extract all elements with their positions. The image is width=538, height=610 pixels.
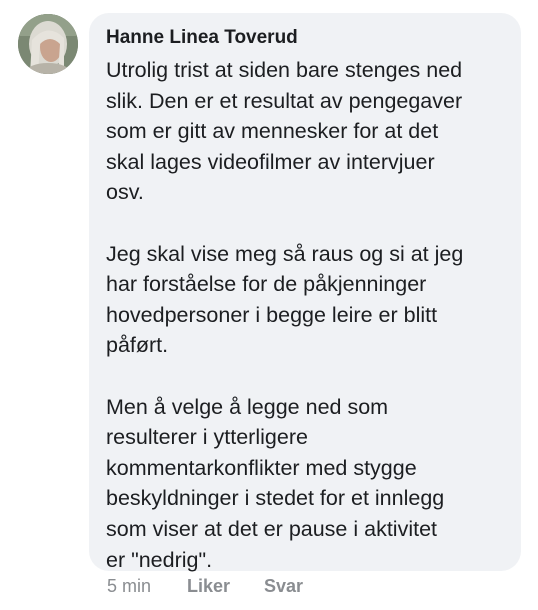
like-button[interactable]: Liker — [187, 576, 230, 597]
comment-paragraph: Men å velge å legge ned som resulterer i… — [106, 394, 445, 572]
comment-bubble: Hanne Linea Toverud Utrolig trist at sid… — [89, 13, 521, 572]
avatar[interactable] — [18, 14, 78, 74]
comment-author[interactable]: Hanne Linea Toverud — [106, 27, 298, 49]
comment-timestamp[interactable]: 5 min — [107, 576, 151, 597]
comment: Hanne Linea Toverud Utrolig trist at sid… — [0, 0, 538, 610]
comment-body: Utrolig trist at siden bare stenges ned … — [106, 55, 506, 575]
comment-paragraph: Jeg skal vise meg så raus og si at jeg h… — [106, 241, 464, 358]
comment-paragraph: Utrolig trist at siden bare stenges ned … — [106, 58, 463, 205]
reply-button[interactable]: Svar — [264, 576, 303, 597]
profile-photo-icon — [18, 14, 78, 74]
